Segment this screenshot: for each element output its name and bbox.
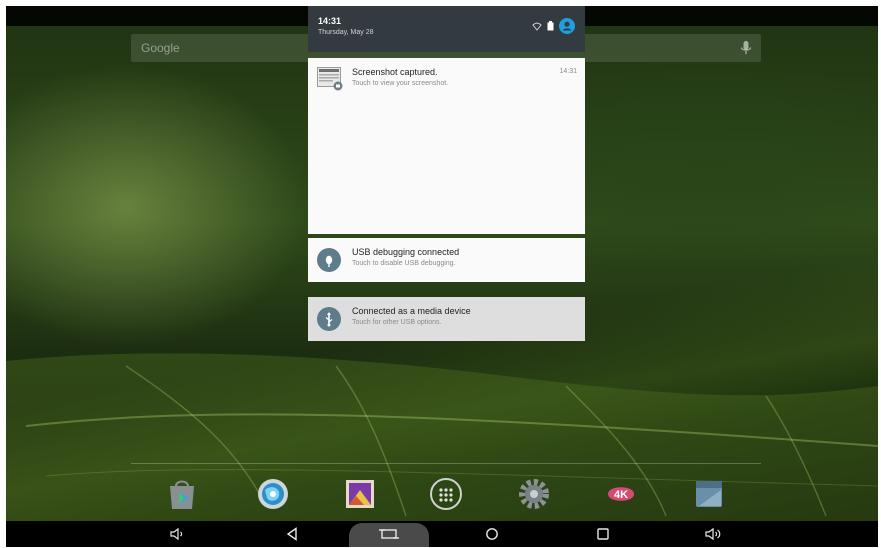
notification-subtitle: Touch to view your screenshot. — [352, 80, 449, 87]
play-store-icon[interactable] — [164, 476, 200, 512]
notification-subtitle: Touch to disable USB debugging. — [352, 260, 456, 267]
notification-usb-debugging[interactable]: USB debugging connected Touch to disable… — [308, 238, 585, 282]
notification-media-device[interactable]: Connected as a media device Touch for ot… — [308, 297, 585, 341]
notification-title: Connected as a media device — [352, 306, 471, 316]
volume-down-icon[interactable] — [166, 525, 190, 543]
google-logo: Google — [141, 41, 180, 55]
battery-icon — [547, 21, 554, 31]
notification-time: 14:31 — [559, 68, 577, 75]
back-icon[interactable] — [280, 525, 304, 543]
notification-title: USB debugging connected — [352, 247, 460, 257]
shade-header[interactable]: 14:31 Thursday, May 28 — [308, 6, 585, 52]
screenshot-icon[interactable] — [375, 525, 403, 543]
clock-date: Thursday, May 28 — [318, 29, 374, 36]
settings-icon[interactable] — [516, 476, 552, 512]
clock-time: 14:31 — [318, 16, 342, 26]
account-avatar-icon[interactable] — [559, 18, 575, 34]
notification-subtitle: Touch for other USB options. — [352, 319, 442, 326]
app-drawer-icon[interactable] — [428, 476, 464, 512]
gallery-icon[interactable] — [342, 476, 378, 512]
volume-up-icon[interactable] — [701, 525, 727, 543]
dock-divider — [131, 463, 761, 464]
notification-shade: 14:31 Thursday, May 28 Screenshot captur… — [308, 6, 585, 341]
usb-icon — [317, 307, 341, 331]
wifi-icon — [532, 22, 542, 31]
4k-player-icon[interactable]: 4K — [603, 476, 639, 512]
4k-label: 4K — [614, 489, 628, 501]
header-status-icons — [532, 18, 575, 34]
calendar-icon[interactable] — [691, 476, 727, 512]
recents-icon[interactable] — [591, 525, 615, 543]
browser-icon[interactable] — [255, 476, 291, 512]
microphone-icon[interactable] — [739, 40, 753, 56]
navigation-bar — [6, 521, 878, 547]
screenshot-thumbnail-icon — [317, 67, 343, 91]
tablet-screen: Google 14:31 Thursday, May 28 Screenshot… — [6, 6, 878, 547]
notification-screenshot[interactable]: Screenshot captured. Touch to view your … — [308, 58, 585, 234]
notification-title: Screenshot captured. — [352, 67, 438, 77]
home-icon[interactable] — [480, 525, 504, 543]
bug-icon — [317, 248, 341, 272]
